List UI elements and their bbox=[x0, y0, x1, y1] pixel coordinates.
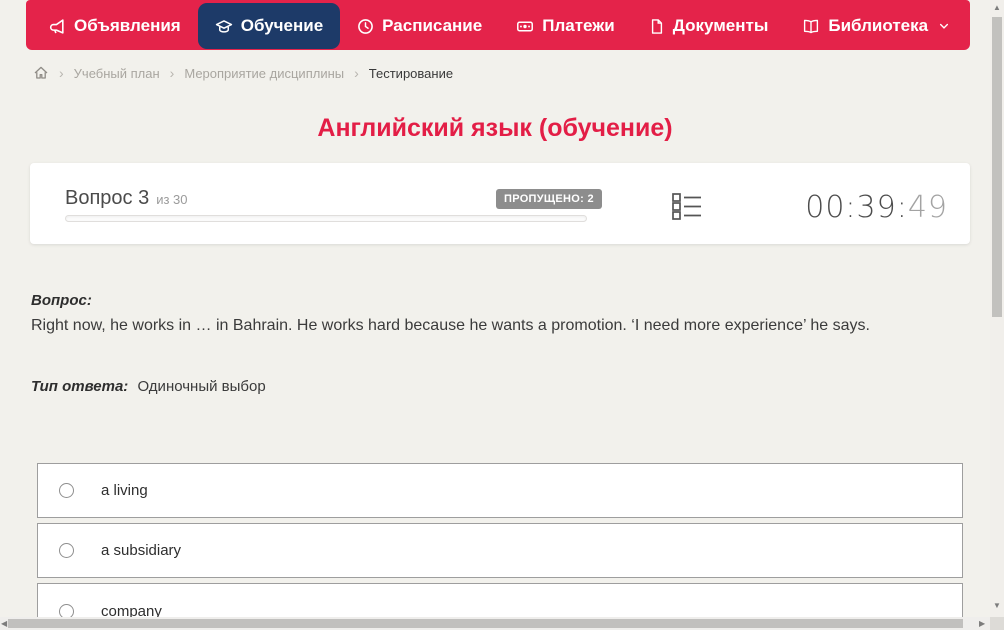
question-number: Вопрос 3 bbox=[65, 187, 149, 210]
open-book-icon bbox=[802, 18, 820, 35]
answer-type-row: Тип ответа: Одиночный выбор bbox=[31, 378, 266, 395]
document-icon bbox=[649, 18, 665, 35]
answer-option-a-living[interactable]: a living bbox=[37, 463, 963, 518]
breadcrumb-item-curriculum[interactable]: Учебный план bbox=[74, 66, 160, 81]
horizontal-scrollbar-thumb[interactable] bbox=[8, 619, 963, 628]
scroll-right-arrow-icon[interactable]: ▶ bbox=[979, 617, 985, 630]
breadcrumb-current-testing: Тестирование bbox=[369, 66, 453, 81]
answer-option-label: a subsidiary bbox=[101, 542, 181, 559]
horizontal-scrollbar[interactable]: ◀ ▶ bbox=[0, 617, 990, 630]
nav-tab-label: Расписание bbox=[382, 16, 482, 36]
question-number-row: Вопрос 3 из 30 bbox=[65, 187, 188, 210]
nav-tab-label: Обучение bbox=[241, 16, 323, 36]
nav-tab-library[interactable]: Библиотека bbox=[785, 3, 967, 49]
answer-option-a-subsidiary[interactable]: a subsidiary bbox=[37, 523, 963, 578]
nav-tab-schedule[interactable]: Расписание bbox=[340, 3, 499, 49]
nav-tab-label: Документы bbox=[673, 16, 769, 36]
vertical-scrollbar-thumb[interactable] bbox=[992, 17, 1002, 317]
answer-type-label: Тип ответа: bbox=[31, 378, 128, 395]
page-title: Английский язык (обучение) bbox=[0, 114, 990, 143]
question-list-icon[interactable] bbox=[672, 192, 703, 226]
timer: 00:39:49 bbox=[805, 190, 948, 225]
nav-tab-label: Библиотека bbox=[828, 16, 928, 36]
cash-icon bbox=[516, 18, 534, 35]
nav-tab-learning[interactable]: Обучение bbox=[198, 3, 340, 49]
megaphone-icon bbox=[49, 18, 66, 35]
nav-tab-documents[interactable]: Документы bbox=[632, 3, 786, 49]
scroll-down-arrow-icon[interactable]: ▼ bbox=[990, 601, 1004, 610]
nav-tab-payments[interactable]: Платежи bbox=[499, 3, 632, 49]
graduation-cap-icon bbox=[215, 18, 233, 35]
timer-hours-minutes: 00:39: bbox=[805, 190, 908, 225]
question-card: Вопрос 3 из 30 ПРОПУЩЕНО: 2 00:39:49 bbox=[30, 163, 970, 244]
nav-tab-label: Платежи bbox=[542, 16, 615, 36]
breadcrumb: › Учебный план › Мероприятие дисциплины … bbox=[33, 62, 453, 84]
radio-button-icon[interactable] bbox=[59, 483, 74, 498]
scroll-left-arrow-icon[interactable]: ◀ bbox=[1, 617, 7, 630]
timer-seconds: 49 bbox=[908, 190, 948, 225]
nav-tab-announcements[interactable]: Объявления bbox=[32, 3, 198, 49]
chevron-right-icon: › bbox=[170, 66, 175, 80]
question-counter: из 30 bbox=[156, 192, 187, 207]
answer-type-value: Одиночный выбор bbox=[137, 378, 265, 395]
home-icon[interactable] bbox=[33, 65, 49, 81]
question-text: Right now, he works in … in Bahrain. He … bbox=[31, 317, 971, 335]
question-progress-bar bbox=[65, 215, 587, 222]
chevron-right-icon: › bbox=[59, 66, 64, 80]
nav-tab-label: Объявления bbox=[74, 16, 181, 36]
scroll-up-arrow-icon[interactable]: ▲ bbox=[990, 3, 1004, 12]
skipped-badge: ПРОПУЩЕНО: 2 bbox=[496, 189, 602, 209]
vertical-scrollbar[interactable]: ▲ ▼ bbox=[990, 0, 1004, 617]
question-heading: Вопрос: bbox=[31, 292, 92, 309]
scrollbar-corner bbox=[990, 617, 1004, 630]
chevron-down-icon bbox=[938, 20, 950, 32]
chevron-right-icon: › bbox=[354, 66, 359, 80]
radio-button-icon[interactable] bbox=[59, 543, 74, 558]
top-navigation: Объявления Обучение Расписание Платежи Д… bbox=[26, 0, 970, 50]
breadcrumb-item-discipline-event[interactable]: Мероприятие дисциплины bbox=[184, 66, 344, 81]
clock-icon bbox=[357, 18, 374, 35]
answer-option-label: a living bbox=[101, 482, 148, 499]
